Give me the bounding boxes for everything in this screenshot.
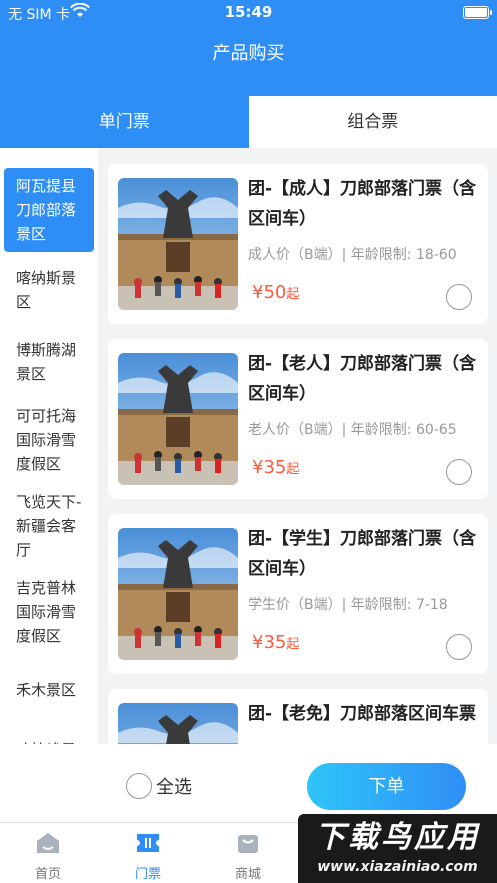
product-price: ¥35起 <box>252 457 299 478</box>
product-card[interactable]: 团-【老人】刀郎部落门票（含区间车） 老人价（B端）| 年龄限制: 60-65 … <box>108 339 488 499</box>
product-title: 团-【学生】刀郎部落门票（含区间车） <box>248 529 477 579</box>
ticket-type-tabs: 单门票 组合票 <box>0 96 497 148</box>
nav-bar: 产品购买 <box>0 26 497 96</box>
product-card[interactable]: 团-【成人】刀郎部落门票（含区间车） 成人价（B端）| 年龄限制: 18-60 … <box>108 164 488 324</box>
select-radio[interactable] <box>446 284 472 310</box>
product-card[interactable]: 团-【学生】刀郎部落门票（含区间车） 学生价（B端）| 年龄限制: 7-18 ¥… <box>108 514 488 674</box>
price-value: ¥50 <box>252 282 287 303</box>
tabbar-label-mall: 商城 <box>234 867 261 882</box>
tabbar-label-tickets: 门票 <box>134 867 161 882</box>
product-image <box>118 353 238 485</box>
tabbar-item-mall[interactable]: 商城 <box>218 831 278 882</box>
sidebar-item-keketuohai[interactable]: 可可托海国际滑雪度假区 <box>4 398 94 482</box>
order-button[interactable]: 下单 <box>307 763 466 810</box>
price-value: ¥35 <box>252 632 287 653</box>
select-all-label: 全选 <box>156 777 192 798</box>
ticket-icon <box>118 831 178 859</box>
scenic-sidebar[interactable]: 阿瓦提县刀郎部落景区 喀纳斯景区 博斯腾湖景区 可可托海国际滑雪度假区 飞览天下… <box>0 148 98 744</box>
sidebar-item-jikepulin[interactable]: 吉克普林国际滑雪度假区 <box>4 570 94 654</box>
product-price: ¥50起 <box>252 282 299 303</box>
product-card[interactable]: 团-【老免】刀郎部落区间车票 <box>108 689 488 744</box>
product-image <box>118 178 238 310</box>
product-title: 团-【老人】刀郎部落门票（含区间车） <box>248 354 477 404</box>
shopping-bag-icon <box>218 831 278 859</box>
product-price: ¥35起 <box>252 632 299 653</box>
sidebar-item-feilan[interactable]: 飞览天下-新疆会客厅 <box>4 484 94 568</box>
select-all-toggle[interactable]: 全选 <box>126 773 192 799</box>
select-all-radio[interactable] <box>126 773 152 799</box>
sidebar-item-hemu[interactable]: 禾木景区 <box>4 672 94 708</box>
product-list[interactable]: 团-【成人】刀郎部落门票（含区间车） 成人价（B端）| 年龄限制: 18-60 … <box>98 148 497 744</box>
watermark-main: 下载鸟应用 <box>315 820 480 855</box>
home-icon <box>18 831 78 859</box>
tabbar-label-home: 首页 <box>34 867 61 882</box>
status-bar: 无 SIM 卡 15:49 <box>0 0 497 26</box>
sidebar-item-awati[interactable]: 阿瓦提县刀郎部落景区 <box>4 168 94 252</box>
sidebar-item-bosten[interactable]: 博斯腾湖景区 <box>4 332 94 392</box>
sidebar-item-kanas[interactable]: 喀纳斯景区 <box>4 260 94 320</box>
product-image <box>118 528 238 660</box>
price-unit: 起 <box>286 637 300 652</box>
bottom-action-bar: 全选 下单 <box>0 744 497 822</box>
page-title: 产品购买 <box>212 43 285 64</box>
tab-single-ticket[interactable]: 单门票 <box>0 96 249 148</box>
watermark-logo: 下载鸟应用 www.xiazainiao.com <box>298 814 497 883</box>
product-title: 团-【老免】刀郎部落区间车票 <box>248 704 477 724</box>
select-radio[interactable] <box>446 634 472 660</box>
product-title: 团-【成人】刀郎部落门票（含区间车） <box>248 179 477 229</box>
watermark-url: www.xiazainiao.com <box>317 859 478 875</box>
product-image <box>118 703 238 744</box>
select-radio[interactable] <box>446 459 472 485</box>
price-unit: 起 <box>286 462 300 477</box>
sidebar-item-kalajun[interactable]: 喀拉峻景 <box>4 732 94 744</box>
price-unit: 起 <box>286 287 300 302</box>
tabbar-item-home[interactable]: 首页 <box>18 831 78 882</box>
tab-combo-ticket[interactable]: 组合票 <box>248 96 497 148</box>
battery-icon <box>463 6 492 19</box>
product-meta: 成人价（B端）| 年龄限制: 18-60 <box>248 247 457 263</box>
product-meta: 老人价（B端）| 年龄限制: 60-65 <box>248 422 457 438</box>
product-meta: 学生价（B端）| 年龄限制: 7-18 <box>248 597 448 613</box>
price-value: ¥35 <box>252 457 287 478</box>
tabbar-item-tickets[interactable]: 门票 <box>118 831 178 882</box>
clock: 15:49 <box>224 3 273 21</box>
